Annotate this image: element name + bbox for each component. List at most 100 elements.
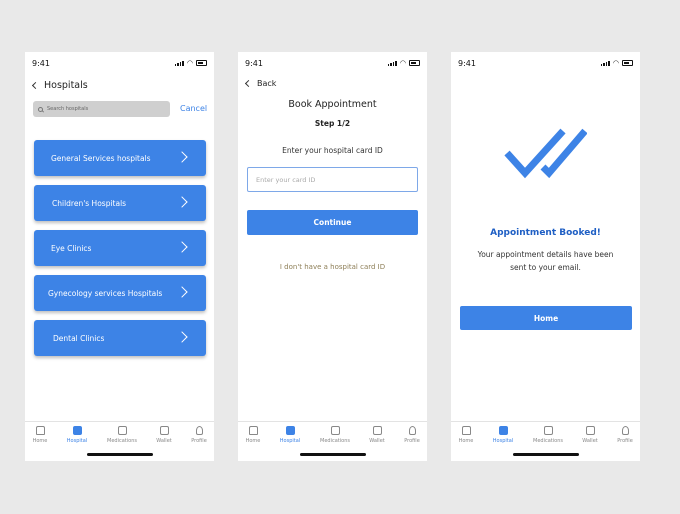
wallet-icon [159, 426, 169, 435]
card-id-input[interactable]: Enter your card ID [247, 167, 418, 192]
battery-icon [622, 60, 633, 66]
nav-home[interactable]: Home [25, 426, 55, 444]
confirmation-title: Appointment Booked! [490, 228, 601, 238]
nav-hospital[interactable]: Hospital [275, 426, 305, 444]
list-item-label: Gynecology services Hospitals [48, 288, 163, 298]
nav-profile[interactable]: Profile [184, 426, 214, 444]
list-item-label: Eye Clinics [51, 243, 92, 253]
chevron-right-icon [176, 151, 188, 163]
nav-profile[interactable]: Profile [397, 426, 427, 444]
search-placeholder: Search hospitals [47, 106, 89, 112]
nav-label: Hospital [279, 438, 301, 444]
home-icon [461, 426, 471, 435]
status-time: 9:41 [245, 59, 263, 68]
nav-label: Home [245, 438, 261, 444]
back-arrow-icon[interactable] [31, 81, 40, 90]
back-button[interactable]: Back [244, 79, 277, 88]
nav-label: Profile [191, 438, 207, 444]
nav-label: Hospital [66, 438, 88, 444]
wifi-icon: ◠ [186, 59, 193, 67]
home-button-label: Home [533, 313, 559, 323]
card-id-placeholder: Enter your card ID [256, 175, 316, 184]
nav-hospital[interactable]: Hospital [488, 426, 518, 444]
profile-icon [408, 426, 416, 435]
hospital-icon [72, 426, 82, 435]
home-indicator [300, 453, 366, 456]
medications-icon [543, 426, 553, 435]
signal-icon [174, 61, 184, 66]
back-arrow-icon [244, 79, 253, 88]
double-check-icon [504, 128, 587, 179]
home-icon [248, 426, 258, 435]
home-indicator [513, 453, 579, 456]
list-item[interactable]: Eye Clinics [34, 230, 206, 266]
book-appointment-screen: 9:41 ◠ Back Book Appointment Step 1/2 En… [238, 52, 427, 461]
search-icon [38, 106, 43, 112]
nav-label: Home [32, 438, 48, 444]
nav-label: Medications [533, 438, 563, 444]
nav-label: Home [458, 438, 474, 444]
hospitals-screen: 9:41 ◠ Hospitals Search hospitals Cancel… [25, 52, 214, 461]
nav-home[interactable]: Home [238, 426, 268, 444]
nav-wallet[interactable]: Wallet [362, 426, 392, 444]
nav-label: Profile [404, 438, 420, 444]
nav-label: Hospital [492, 438, 514, 444]
page-title: Hospitals [31, 80, 88, 91]
hospital-icon [498, 426, 508, 435]
continue-button[interactable]: Continue [247, 210, 418, 235]
nav-label: Wallet [156, 438, 172, 444]
no-card-link[interactable]: I don't have a hospital card ID [238, 263, 427, 271]
bottom-nav: Home Hospital Medications Wallet Profile [25, 421, 214, 461]
back-label: Back [257, 79, 277, 88]
status-bar: 9:41 ◠ [458, 59, 633, 69]
status-bar: 9:41 ◠ [32, 59, 207, 69]
nav-wallet[interactable]: Wallet [575, 426, 605, 444]
list-item[interactable]: Children's Hospitals [34, 185, 206, 221]
status-time: 9:41 [458, 59, 476, 68]
home-icon [35, 426, 45, 435]
hospital-list: General Services hospitals Children's Ho… [34, 140, 206, 365]
card-id-prompt: Enter your hospital card ID [282, 146, 383, 155]
nav-medications[interactable]: Medications [107, 426, 137, 444]
list-item[interactable]: Dental Clinics [34, 320, 206, 356]
page-title-text: Hospitals [44, 80, 88, 91]
nav-hospital[interactable]: Hospital [62, 426, 92, 444]
list-item-label: Dental Clinics [53, 333, 105, 343]
nav-home[interactable]: Home [451, 426, 481, 444]
chevron-right-icon [176, 196, 188, 208]
status-bar: 9:41 ◠ [245, 59, 420, 69]
profile-icon [621, 426, 629, 435]
list-item-label: General Services hospitals [51, 153, 151, 163]
signal-icon [387, 61, 397, 66]
search-input[interactable]: Search hospitals [33, 101, 170, 117]
step-indicator: Step 1/2 [314, 119, 351, 128]
page-title: Book Appointment [288, 99, 377, 110]
cancel-button[interactable]: Cancel [180, 104, 207, 113]
nav-medications[interactable]: Medications [533, 426, 563, 444]
nav-label: Medications [320, 438, 350, 444]
nav-profile[interactable]: Profile [610, 426, 640, 444]
list-item[interactable]: General Services hospitals [34, 140, 206, 176]
nav-medications[interactable]: Medications [320, 426, 350, 444]
wallet-icon [372, 426, 382, 435]
nav-wallet[interactable]: Wallet [149, 426, 179, 444]
nav-label: Profile [617, 438, 633, 444]
wallet-icon [585, 426, 595, 435]
profile-icon [195, 426, 203, 435]
hospital-icon [285, 426, 295, 435]
signal-icon [600, 61, 610, 66]
medications-icon [117, 426, 127, 435]
medications-icon [330, 426, 340, 435]
wifi-icon: ◠ [399, 59, 406, 67]
home-button[interactable]: Home [460, 306, 632, 330]
chevron-right-icon [176, 331, 188, 343]
battery-icon [196, 60, 207, 66]
booking-confirmation-screen: 9:41 ◠ Appointment Booked! Your appointm… [451, 52, 640, 461]
continue-label: Continue [313, 218, 352, 227]
wifi-icon: ◠ [612, 59, 619, 67]
list-item[interactable]: Gynecology services Hospitals [34, 275, 206, 311]
chevron-right-icon [176, 286, 188, 298]
nav-label: Medications [107, 438, 137, 444]
chevron-right-icon [176, 241, 188, 253]
nav-label: Wallet [369, 438, 385, 444]
